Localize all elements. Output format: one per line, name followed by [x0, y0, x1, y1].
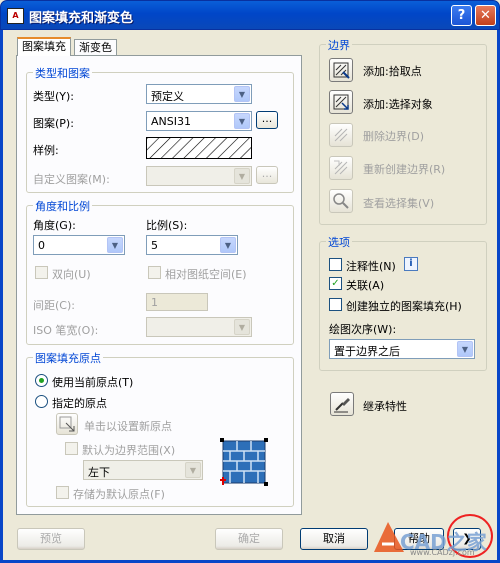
hatch-origin-group: 图案填充原点 使用当前原点(T) 指定的原点 单击以设置新原点 默认为边界范围(…: [26, 350, 294, 507]
type-pattern-group-label: 类型和图案: [33, 65, 92, 81]
chevron-down-icon: ▼: [234, 86, 250, 102]
view-selections-button[interactable]: [329, 189, 353, 213]
associative-label: 关联(A): [346, 279, 385, 292]
custom-pattern-dropdown[interactable]: ▼: [146, 166, 252, 186]
add-select-objects-label[interactable]: 添加:选择对象: [363, 96, 433, 112]
extents-position-value: 左下: [88, 466, 110, 479]
ok-button[interactable]: 确定: [215, 528, 283, 550]
hatch-tab-panel: 类型和图案 类型(Y): 预定义 ▼ 图案(P): ANSI31 ▼ ... 样…: [16, 55, 302, 515]
recreate-boundary-button[interactable]: [329, 156, 353, 180]
type-label: 类型(Y):: [33, 90, 75, 103]
spacing-label: 间距(C):: [33, 299, 75, 312]
autocad-app-icon: A: [7, 8, 24, 24]
add-select-objects-button[interactable]: [329, 90, 353, 114]
default-extents-label: 默认为边界范围(X): [82, 444, 176, 457]
chevron-down-icon: ▼: [107, 237, 123, 253]
boundaries-group-label: 边界: [326, 37, 352, 53]
click-set-origin-button[interactable]: [56, 413, 78, 435]
angle-label: 角度(G):: [33, 219, 76, 232]
relative-paper-checkbox[interactable]: [148, 266, 161, 279]
type-value: 预定义: [151, 90, 184, 103]
chevron-down-icon: ▼: [234, 319, 250, 335]
help-title-button[interactable]: ?: [451, 5, 472, 26]
relative-paper-label: 相对图纸空间(E): [165, 268, 247, 281]
pick-origin-icon: [59, 416, 75, 432]
angle-scale-group: 角度和比例 角度(G): 0 ▼ 比例(S): 5 ▼ 双向(U) 相对图纸空间…: [26, 198, 294, 345]
origin-preview-image: [220, 438, 268, 486]
extents-position-dropdown[interactable]: 左下 ▼: [83, 460, 203, 480]
remove-boundaries-label[interactable]: 删除边界(D): [363, 128, 424, 144]
add-pick-points-label[interactable]: 添加:拾取点: [363, 63, 422, 79]
draw-order-value: 置于边界之后: [334, 345, 400, 358]
options-group-label: 选项: [326, 234, 352, 250]
scale-label: 比例(S):: [146, 219, 188, 232]
cancel-button[interactable]: 取消: [300, 528, 368, 550]
custom-pattern-browse-button[interactable]: ...: [256, 166, 278, 184]
inherit-properties-label[interactable]: 继承特性: [363, 398, 407, 414]
use-current-origin-label: 使用当前原点(T): [52, 376, 134, 389]
iso-pen-width-dropdown[interactable]: ▼: [146, 317, 252, 337]
options-group: 选项 注释性(N) i ✓ 关联(A) 创建独立的图案填充(H) 绘图次序(W)…: [319, 234, 487, 371]
brush-icon: [334, 398, 350, 413]
swatch-label: 样例:: [33, 144, 59, 157]
recreate-boundary-label[interactable]: 重新创建边界(R): [363, 161, 445, 177]
magnifier-icon: [333, 193, 349, 209]
spacing-input[interactable]: 1: [146, 293, 208, 311]
pattern-label: 图案(P):: [33, 117, 74, 130]
type-pattern-group: 类型和图案 类型(Y): 预定义 ▼ 图案(P): ANSI31 ▼ ... 样…: [26, 65, 294, 193]
title-bar: A 图案填充和渐变色 ? ✕: [0, 0, 500, 30]
angle-dropdown[interactable]: 0 ▼: [33, 235, 125, 255]
chevron-down-icon: ▼: [220, 237, 236, 253]
window-title: 图案填充和渐变色: [29, 11, 134, 26]
angle-scale-group-label: 角度和比例: [33, 198, 92, 214]
associative-checkbox[interactable]: ✓: [329, 277, 342, 290]
info-icon[interactable]: i: [404, 257, 418, 271]
select-objects-icon: [333, 94, 349, 110]
specified-origin-label: 指定的原点: [52, 397, 107, 410]
draw-order-label: 绘图次序(W):: [329, 323, 397, 336]
remove-boundaries-icon: [334, 128, 348, 142]
store-default-origin-checkbox[interactable]: [56, 486, 69, 499]
create-separate-checkbox[interactable]: [329, 298, 342, 311]
annotative-checkbox[interactable]: [329, 258, 342, 271]
pattern-swatch[interactable]: [146, 137, 252, 159]
hatch-origin-group-label: 图案填充原点: [33, 350, 103, 366]
use-current-origin-radio[interactable]: [35, 374, 48, 387]
scale-value: 5: [151, 239, 158, 252]
close-button[interactable]: ✕: [475, 5, 496, 26]
watermark-url: www.CADzj.com: [410, 548, 475, 557]
type-dropdown[interactable]: 预定义 ▼: [146, 84, 252, 104]
pattern-browse-button[interactable]: ...: [256, 111, 278, 129]
angle-value: 0: [38, 239, 45, 252]
chevron-down-icon: ▼: [234, 113, 250, 129]
click-set-origin-label: 单击以设置新原点: [84, 420, 172, 433]
specified-origin-radio[interactable]: [35, 395, 48, 408]
add-pick-points-button[interactable]: [329, 58, 353, 82]
store-default-origin-label: 存储为默认原点(F): [73, 488, 165, 501]
chevron-down-icon: ▼: [457, 341, 473, 357]
inherit-properties-button[interactable]: [330, 392, 354, 416]
pick-points-icon: [333, 62, 350, 79]
annotative-label: 注释性(N): [346, 260, 396, 273]
preview-button[interactable]: 预览: [17, 528, 85, 550]
pattern-dropdown[interactable]: ANSI31 ▼: [146, 111, 252, 131]
tab-hatch[interactable]: 图案填充: [17, 37, 71, 56]
remove-boundaries-button[interactable]: [329, 123, 353, 147]
chevron-down-icon: ▼: [234, 168, 250, 184]
draw-order-dropdown[interactable]: 置于边界之后 ▼: [329, 339, 475, 359]
double-label: 双向(U): [52, 268, 91, 281]
boundaries-group: 边界 添加:拾取点 添加:选择对象 删除边界(D) 重新创建边界(R) 查看选择…: [319, 37, 487, 225]
pattern-value: ANSI31: [151, 115, 191, 128]
chevron-down-icon: ▼: [185, 462, 201, 478]
recreate-boundary-icon: [334, 160, 348, 175]
iso-pen-width-label: ISO 笔宽(O):: [33, 324, 99, 337]
double-checkbox[interactable]: [35, 266, 48, 279]
default-extents-checkbox[interactable]: [65, 442, 78, 455]
view-selections-label[interactable]: 查看选择集(V): [363, 195, 434, 211]
scale-dropdown[interactable]: 5 ▼: [146, 235, 238, 255]
create-separate-label: 创建独立的图案填充(H): [346, 300, 462, 313]
custom-pattern-label: 自定义图案(M):: [33, 173, 110, 186]
